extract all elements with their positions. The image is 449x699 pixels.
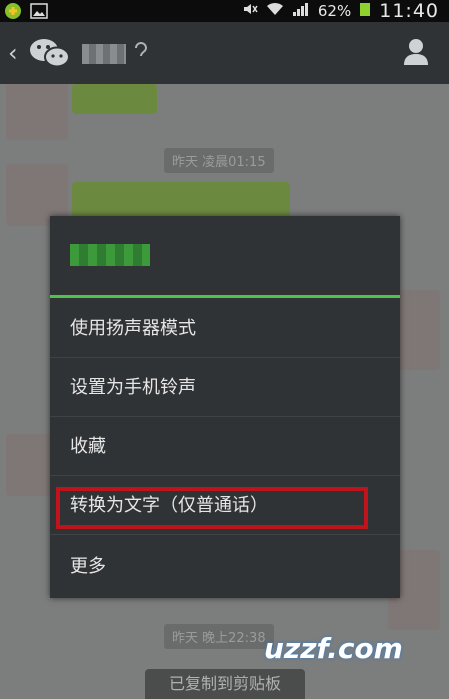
menu-item-set-ringtone[interactable]: 设置为手机铃声 (50, 359, 400, 417)
copied-to-clipboard-toast: 已复制到剪贴板 (145, 669, 305, 699)
battery-icon (359, 1, 371, 21)
wifi-icon (266, 2, 284, 20)
profile-icon[interactable] (403, 38, 429, 70)
gallery-icon (30, 3, 48, 23)
earpiece-mode-icon (132, 40, 148, 63)
timestamp: 昨天 凌晨01:15 (164, 148, 274, 173)
chat-title-bar: ‹ (0, 22, 449, 84)
watermark-logo: uzzf.com (264, 632, 403, 665)
menu-item-more[interactable]: 更多 (50, 538, 400, 596)
signal-icon (292, 1, 310, 21)
clock: 11:40 (379, 0, 439, 22)
blurred-menu-title (70, 244, 150, 266)
blurred-message-bubble (72, 84, 157, 114)
menu-item-favorite[interactable]: 收藏 (50, 418, 400, 476)
avatar (6, 84, 68, 140)
menu-title-divider (50, 295, 400, 298)
wechat-logo-icon[interactable] (28, 36, 72, 74)
message-context-menu: 使用扬声器模式 设置为手机铃声 收藏 转换为文字（仅普通话） 更多 (50, 216, 400, 598)
blurred-contact-name (82, 44, 126, 64)
mute-icon (242, 1, 258, 21)
battery-percentage: 62% (317, 2, 352, 20)
highlight-box (56, 487, 368, 529)
status-notifications (4, 2, 48, 24)
menu-item-speaker-mode[interactable]: 使用扬声器模式 (50, 300, 400, 358)
status-bar: 62% 11:40 (0, 0, 449, 22)
app-notification-icon (4, 2, 22, 24)
timestamp: 昨天 晚上22:38 (164, 624, 274, 649)
back-button[interactable]: ‹ (8, 39, 18, 67)
